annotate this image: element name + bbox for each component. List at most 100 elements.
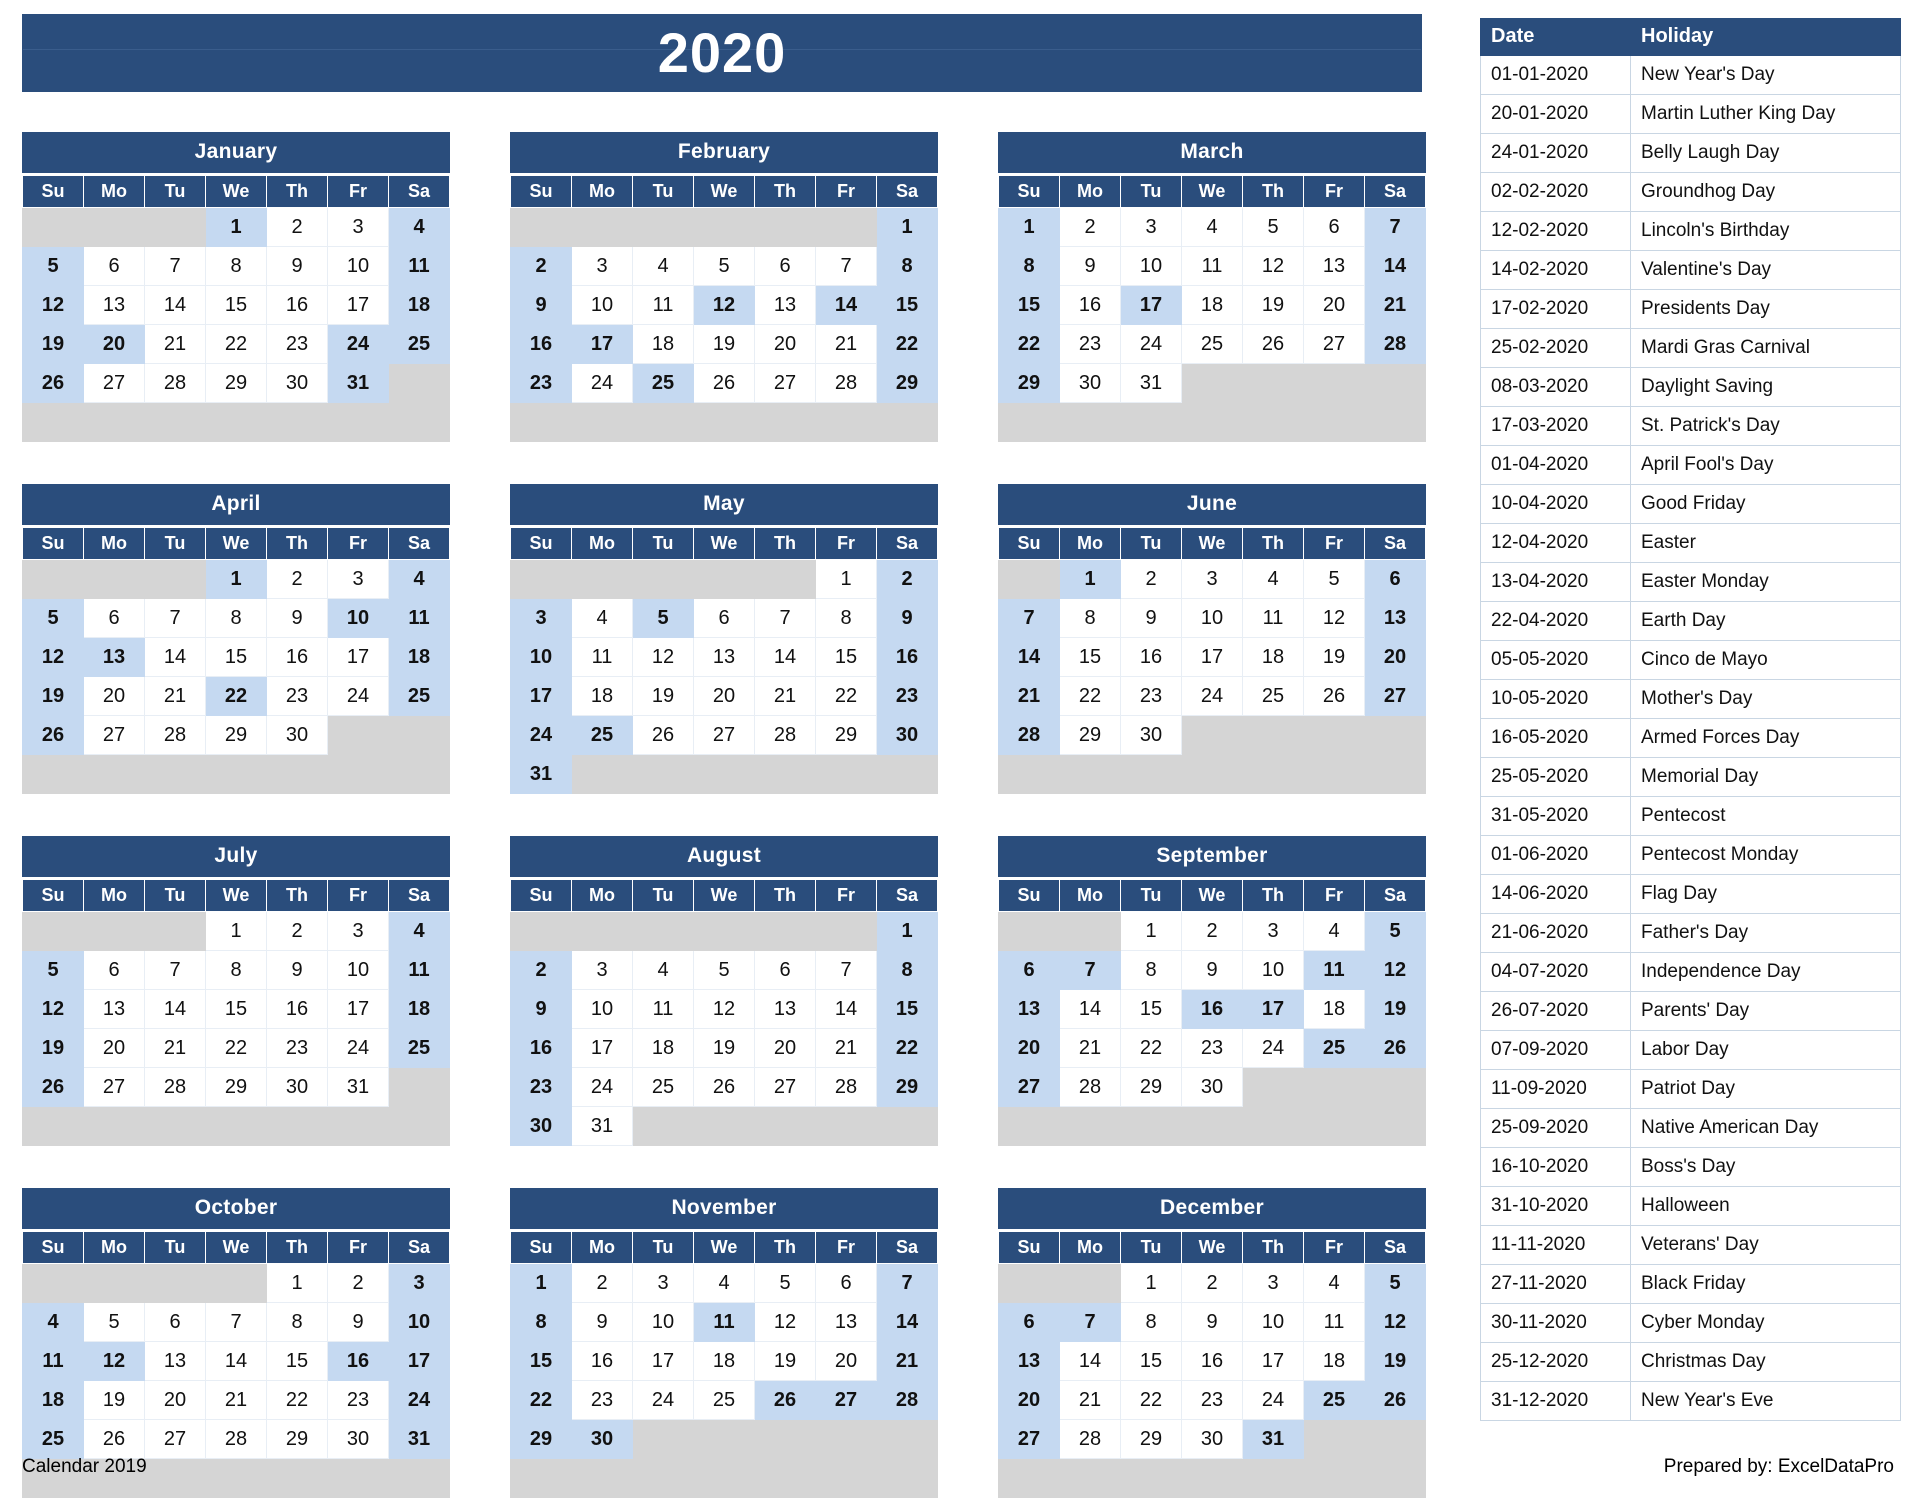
day-cell: 22 [205,324,267,364]
holiday-date-cell: 24-01-2020 [1480,133,1631,173]
day-cell: 7 [815,246,877,286]
day-cell-highlighted: 10 [510,637,572,677]
day-cell-highlighted: 2 [510,246,572,286]
day-cell: 7 [144,598,206,638]
month-title: November [510,1188,938,1229]
empty-day-cell [1242,402,1304,442]
day-cell: 21 [205,1380,267,1420]
empty-day-cell [815,402,877,442]
empty-day-cell [1120,754,1182,794]
holiday-date-cell: 16-10-2020 [1480,1147,1631,1187]
holiday-date-cell: 10-04-2020 [1480,484,1631,524]
calendar-page: 2020 January Su Mo Tu We Th Fr Sa 1 2 3 4 5 6 7 8 9 10 11… [0,0,1916,1504]
week-row: 19 20 21 22 23 24 25 [22,324,450,364]
holiday-name-cell: Independence Day [1630,952,1901,992]
holiday-name-cell: Daylight Saving [1630,367,1901,407]
empty-day-cell [205,1263,267,1303]
day-cell: 20 [1303,285,1365,325]
holiday-row: 25-09-2020 Native American Day [1480,1108,1901,1148]
holiday-row: 25-02-2020 Mardi Gras Carnival [1480,328,1901,368]
week-row: 1 [510,207,938,247]
day-cell-highlighted: 25 [1303,1028,1365,1068]
day-cell: 13 [693,637,755,677]
holiday-row: 31-10-2020 Halloween [1480,1186,1901,1226]
empty-day-cell [571,207,633,247]
empty-day-cell [998,402,1060,442]
week-row: 30 31 [510,1106,938,1146]
holiday-name-cell: Black Friday [1630,1264,1901,1304]
day-cell-highlighted: 12 [22,637,84,677]
day-cell: 11 [632,285,694,325]
day-cell: 6 [83,246,145,286]
empty-day-cell [144,911,206,951]
day-cell-highlighted: 17 [1120,285,1182,325]
weekday-header-th: Th [266,175,328,208]
weekday-header-row: Su Mo Tu We Th Fr Sa [998,527,1426,560]
week-row: 31 [510,754,938,794]
empty-day-cell [388,1067,450,1107]
holiday-name-cell: Mother's Day [1630,679,1901,719]
empty-day-cell [22,1263,84,1303]
day-cell: 3 [571,246,633,286]
weekday-header-su: Su [998,879,1060,912]
weekday-header-fr: Fr [327,1231,389,1264]
day-cell: 19 [693,1028,755,1068]
day-cell-highlighted: 17 [571,324,633,364]
day-cell: 2 [1181,911,1243,951]
empty-day-cell [754,754,816,794]
day-cell: 2 [327,1263,389,1303]
weekday-header-fr: Fr [1303,1231,1365,1264]
weekday-header-fr: Fr [327,175,389,208]
holiday-row: 12-04-2020 Easter [1480,523,1901,563]
day-cell-highlighted: 16 [1181,989,1243,1029]
day-cell: 9 [1181,1302,1243,1342]
holiday-date-cell: 14-06-2020 [1480,874,1631,914]
day-cell-highlighted: 12 [22,989,84,1029]
empty-day-cell [266,402,328,442]
weekday-header-su: Su [998,1231,1060,1264]
day-cell-highlighted: 28 [876,1380,938,1420]
week-row: 18 19 20 21 22 23 24 [22,1380,450,1420]
day-cell: 9 [1059,246,1121,286]
week-row: 9 10 11 12 13 14 15 [510,285,938,325]
day-cell-highlighted: 11 [693,1302,755,1342]
weekday-header-tu: Tu [144,527,206,560]
day-cell-highlighted: 14 [876,1302,938,1342]
day-cell-highlighted: 31 [510,754,572,794]
weekday-header-mo: Mo [571,175,633,208]
holiday-table: Date Holiday 01-01-2020 New Year's Day 20-… [1480,18,1901,1421]
holiday-row: 02-02-2020 Groundhog Day [1480,172,1901,212]
day-cell: 22 [1120,1028,1182,1068]
weekday-header-row: Su Mo Tu We Th Fr Sa [510,1231,938,1264]
empty-day-cell [693,207,755,247]
holiday-date-cell: 01-01-2020 [1480,55,1631,95]
day-cell: 14 [1059,1341,1121,1381]
weekday-header-th: Th [754,1231,816,1264]
holiday-row: 01-06-2020 Pentecost Monday [1480,835,1901,875]
footer-left-label: Calendar 2019 [22,1456,147,1477]
empty-day-cell [510,559,572,599]
holiday-date-cell: 02-02-2020 [1480,172,1631,212]
day-cell: 3 [327,559,389,599]
day-cell: 4 [632,950,694,990]
day-cell: 8 [205,246,267,286]
empty-day-cell [1303,754,1365,794]
day-cell: 7 [754,598,816,638]
day-cell: 2 [266,559,328,599]
month-title: June [998,484,1426,525]
empty-day-cell [571,911,633,951]
day-cell: 16 [266,285,328,325]
day-cell-highlighted: 13 [83,637,145,677]
empty-day-cell [632,559,694,599]
month-title: February [510,132,938,173]
day-cell: 9 [266,598,328,638]
day-cell: 21 [144,1028,206,1068]
empty-day-cell [1181,363,1243,403]
week-row: 12 13 14 15 16 17 18 [22,989,450,1029]
weekday-header-tu: Tu [144,175,206,208]
empty-day-cell [1303,715,1365,755]
empty-day-cell [144,1106,206,1146]
week-row: 22 23 24 25 26 27 28 [510,1380,938,1420]
day-cell-highlighted: 18 [388,637,450,677]
day-cell-highlighted: 8 [876,950,938,990]
